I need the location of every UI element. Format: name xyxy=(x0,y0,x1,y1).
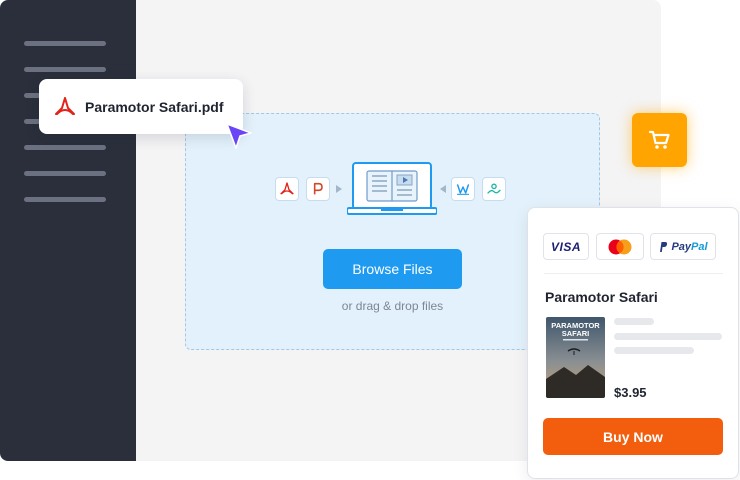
sidebar-item[interactable] xyxy=(24,41,106,46)
image-icon xyxy=(482,177,506,201)
cursor-pointer-icon xyxy=(226,123,252,149)
placeholder-line xyxy=(614,318,654,325)
book-cover-image: PARAMOTOR SAFARI xyxy=(546,317,605,398)
product-price: $3.95 xyxy=(614,385,647,400)
mastercard-badge[interactable] xyxy=(596,233,644,260)
purchase-card: VISA PayPal Paramotor Safari PARAMOTOR S… xyxy=(527,207,739,479)
sidebar-item[interactable] xyxy=(24,171,106,176)
arrow-left-icon xyxy=(440,185,446,193)
sidebar-item[interactable] xyxy=(24,145,106,150)
sidebar-item[interactable] xyxy=(24,197,106,202)
selected-file-chip[interactable]: Paramotor Safari.pdf xyxy=(39,79,243,134)
mastercard-icon xyxy=(608,239,632,254)
pdf-icon xyxy=(275,177,299,201)
paypal-label: PayPal xyxy=(671,240,708,253)
file-name: Paramotor Safari.pdf xyxy=(85,98,224,115)
word-icon xyxy=(451,177,475,201)
powerpoint-icon xyxy=(306,177,330,201)
browse-files-button[interactable]: Browse Files xyxy=(323,249,462,289)
product-title: Paramotor Safari xyxy=(545,289,658,305)
visa-label: VISA xyxy=(550,239,581,254)
placeholder-line xyxy=(614,347,694,354)
buy-now-button[interactable]: Buy Now xyxy=(543,418,723,455)
shopping-cart-icon xyxy=(648,130,670,149)
sidebar-item[interactable] xyxy=(24,67,106,72)
shopping-cart-button[interactable] xyxy=(632,113,687,167)
cover-title-line2: SAFARI xyxy=(562,329,590,338)
pdf-icon xyxy=(55,96,75,115)
sidebar xyxy=(0,0,136,461)
paypal-icon xyxy=(660,241,668,252)
laptop-icon xyxy=(347,162,437,215)
placeholder-line xyxy=(614,333,722,340)
divider xyxy=(544,273,723,274)
visa-badge[interactable]: VISA xyxy=(543,233,589,260)
arrow-right-icon xyxy=(336,185,342,193)
paypal-badge[interactable]: PayPal xyxy=(650,233,716,260)
